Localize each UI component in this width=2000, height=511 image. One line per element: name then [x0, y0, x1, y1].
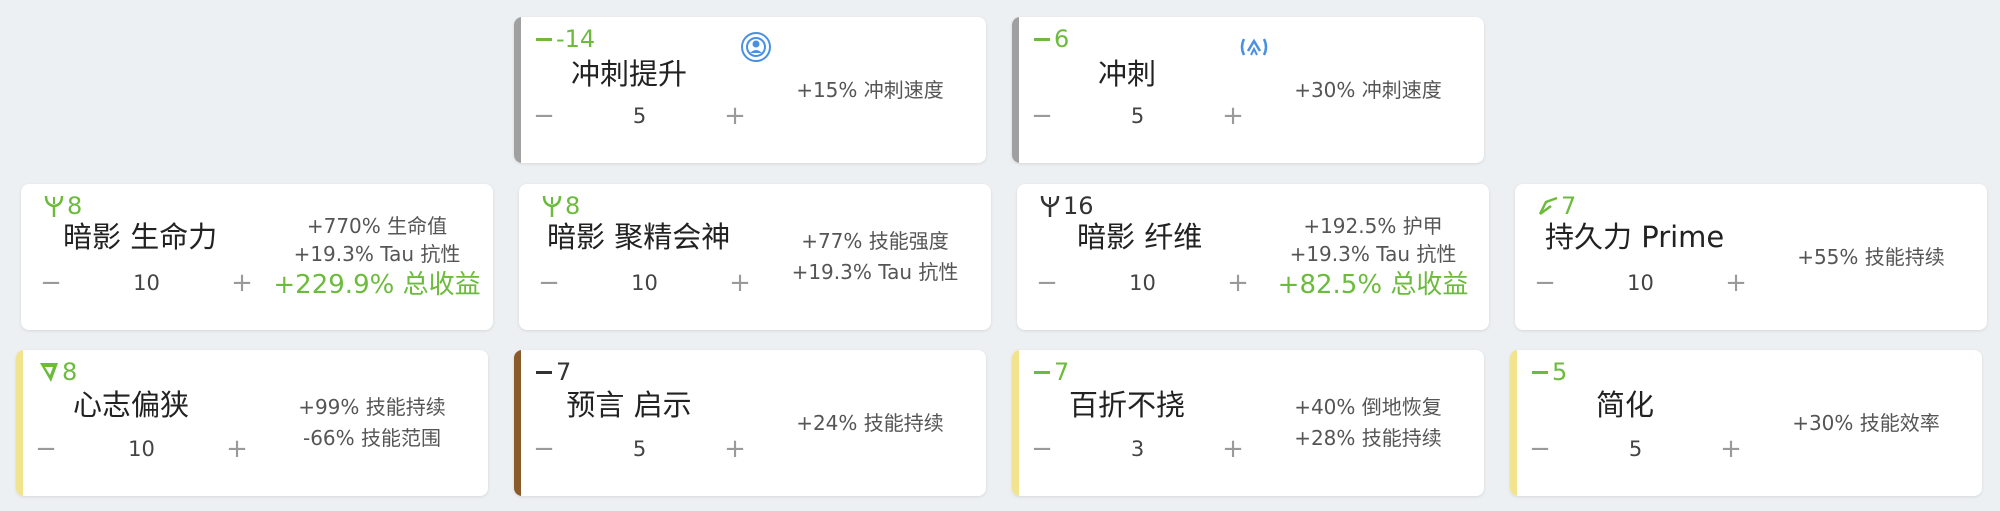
stat-line: -66% 技能范围: [302, 426, 442, 450]
umbra-polarity-icon: [44, 195, 64, 217]
rank-decrease-button[interactable]: −: [1528, 436, 1552, 462]
rank-decrease-button[interactable]: −: [1030, 103, 1054, 129]
rank-increase-button[interactable]: +: [1719, 436, 1743, 462]
rank-decrease-button[interactable]: −: [39, 270, 63, 296]
stat-line: +192.5% 护甲: [1303, 214, 1443, 238]
stat-line: +19.3% Tau 抗性: [1289, 242, 1457, 266]
rank-value: 10: [1129, 271, 1156, 295]
mod-stats: +192.5% 护甲 +19.3% Tau 抗性 +82.5% 总收益: [1267, 184, 1479, 330]
mod-card-undying-will[interactable]: 7 百折不挠 − 3 + +40% 倒地恢复 +28% 技能持续: [1012, 350, 1484, 496]
rank-control: − 10 +: [1035, 270, 1250, 296]
rank-increase-button[interactable]: +: [723, 103, 747, 129]
stat-line: +28% 技能持续: [1294, 426, 1442, 450]
dash-icon: [536, 37, 552, 41]
mod-drain: 6: [1034, 25, 1069, 53]
mod-card-umbral-vitality[interactable]: 8 暗影 生命力 − 10 + +770% 生命值 +19.3% Tau 抗性 …: [21, 184, 493, 330]
mod-name: 预言 启示: [566, 388, 692, 422]
stat-line: +770% 生命值: [306, 214, 448, 238]
mod-card-streamline[interactable]: 5 简化 − 5 + +30% 技能效率: [1510, 350, 1982, 496]
stat-line: +15% 冲刺速度: [796, 77, 944, 102]
rank-increase-button[interactable]: +: [723, 436, 747, 462]
rank-value: 5: [1628, 437, 1643, 461]
rank-control: − 5 +: [532, 436, 747, 462]
rank-value: 10: [133, 271, 160, 295]
mod-stats: +99% 技能持续 -66% 技能范围: [266, 350, 478, 496]
rank-control: − 10 +: [34, 436, 249, 462]
mod-stats: +40% 倒地恢复 +28% 技能持续: [1262, 350, 1474, 496]
mod-stats: +77% 技能强度 +19.3% Tau 抗性: [769, 184, 981, 330]
mod-stats: +30% 冲刺速度: [1262, 17, 1474, 163]
mod-stats: +770% 生命值 +19.3% Tau 抗性 +229.9% 总收益: [271, 184, 483, 330]
rank-increase-button[interactable]: +: [1724, 270, 1748, 296]
rank-control: − 10 +: [537, 270, 752, 296]
rank-increase-button[interactable]: +: [1221, 436, 1245, 462]
stat-line: +55% 技能持续: [1797, 244, 1945, 269]
naramon-polarity-icon: [40, 363, 58, 382]
total-gain: +82.5% 总收益: [1277, 270, 1469, 300]
rank-control: − 5 +: [1528, 436, 1743, 462]
rank-decrease-button[interactable]: −: [1533, 270, 1557, 296]
rank-increase-button[interactable]: +: [1226, 270, 1250, 296]
mod-stats: +15% 冲刺速度: [764, 17, 976, 163]
mod-name: 心志偏狭: [72, 388, 189, 422]
mod-stats: +24% 技能持续: [764, 350, 976, 496]
rank-decrease-button[interactable]: −: [532, 436, 556, 462]
mod-name: 持久力 Prime: [1545, 220, 1725, 254]
mod-name: 暗影 聚精会神: [547, 220, 731, 254]
mod-stats: +30% 技能效率: [1760, 350, 1972, 496]
mod-card-primed-continuity[interactable]: 7 持久力 Prime − 10 + +55% 技能持续: [1515, 184, 1987, 330]
mod-name: 简化: [1595, 388, 1654, 422]
rank-decrease-button[interactable]: −: [532, 103, 556, 129]
rank-value: 10: [1627, 271, 1654, 295]
rank-decrease-button[interactable]: −: [1035, 270, 1059, 296]
rank-control: − 5 +: [1030, 103, 1245, 129]
rank-increase-button[interactable]: +: [1221, 103, 1245, 129]
rank-increase-button[interactable]: +: [225, 436, 249, 462]
mod-stats: +55% 技能持续: [1765, 184, 1977, 330]
drain-value: -14: [556, 25, 596, 53]
umbra-polarity-icon: [1040, 195, 1060, 217]
stat-line: +30% 技能效率: [1792, 410, 1940, 435]
stat-line: +77% 技能强度: [801, 229, 949, 253]
rank-value: 5: [1130, 104, 1145, 128]
rank-decrease-button[interactable]: −: [537, 270, 561, 296]
mod-name: 冲刺: [1097, 57, 1156, 91]
stat-line: +30% 冲刺速度: [1294, 77, 1442, 102]
dash-icon: [536, 370, 552, 374]
mod-name: 暗影 生命力: [63, 220, 218, 254]
rank-value: 10: [631, 271, 658, 295]
mod-drain: -14: [536, 25, 595, 53]
mod-name: 百折不挠: [1068, 388, 1185, 422]
rank-value: 5: [632, 104, 647, 128]
mod-card-narrow-minded[interactable]: 8 心志偏狭 − 10 + +99% 技能持续 -66% 技能范围: [16, 350, 488, 496]
mod-name: 冲刺提升: [570, 57, 687, 91]
rank-value: 10: [128, 437, 155, 461]
stat-line: +19.3% Tau 抗性: [791, 260, 959, 284]
rank-decrease-button[interactable]: −: [1030, 436, 1054, 462]
dash-icon: [1034, 37, 1050, 41]
dash-icon: [1532, 370, 1548, 374]
drain-value: 6: [1054, 25, 1070, 53]
mod-card-rush[interactable]: 6 冲刺 − 5 + +30% 冲刺速度: [1012, 17, 1484, 163]
rank-value: 5: [632, 437, 647, 461]
stat-line: +24% 技能持续: [796, 410, 944, 435]
stat-line: +40% 倒地恢复: [1294, 395, 1442, 419]
stat-line: +99% 技能持续: [298, 395, 446, 419]
rank-control: − 5 +: [532, 103, 747, 129]
rank-increase-button[interactable]: +: [728, 270, 752, 296]
mod-card-augur-reach[interactable]: 7 预言 启示 − 5 + +24% 技能持续: [514, 350, 986, 496]
stat-line: +19.3% Tau 抗性: [293, 242, 461, 266]
rank-control: − 3 +: [1030, 436, 1245, 462]
mod-card-umbral-intensify[interactable]: 8 暗影 聚精会神 − 10 + +77% 技能强度 +19.3% Tau 抗性: [519, 184, 991, 330]
rank-control: − 10 +: [1533, 270, 1748, 296]
rank-increase-button[interactable]: +: [230, 270, 254, 296]
mod-card-rush-boost[interactable]: -14 冲刺提升 − 5 + +15% 冲刺速度: [514, 17, 986, 163]
mod-card-umbral-fiber[interactable]: 16 暗影 纤维 − 10 + +192.5% 护甲 +19.3% Tau 抗性…: [1017, 184, 1489, 330]
mod-name: 暗影 纤维: [1077, 220, 1203, 254]
dash-icon: [1034, 370, 1050, 374]
rank-control: − 10 +: [39, 270, 254, 296]
rank-decrease-button[interactable]: −: [34, 436, 58, 462]
rank-value: 3: [1130, 437, 1145, 461]
total-gain: +229.9% 总收益: [273, 270, 481, 300]
